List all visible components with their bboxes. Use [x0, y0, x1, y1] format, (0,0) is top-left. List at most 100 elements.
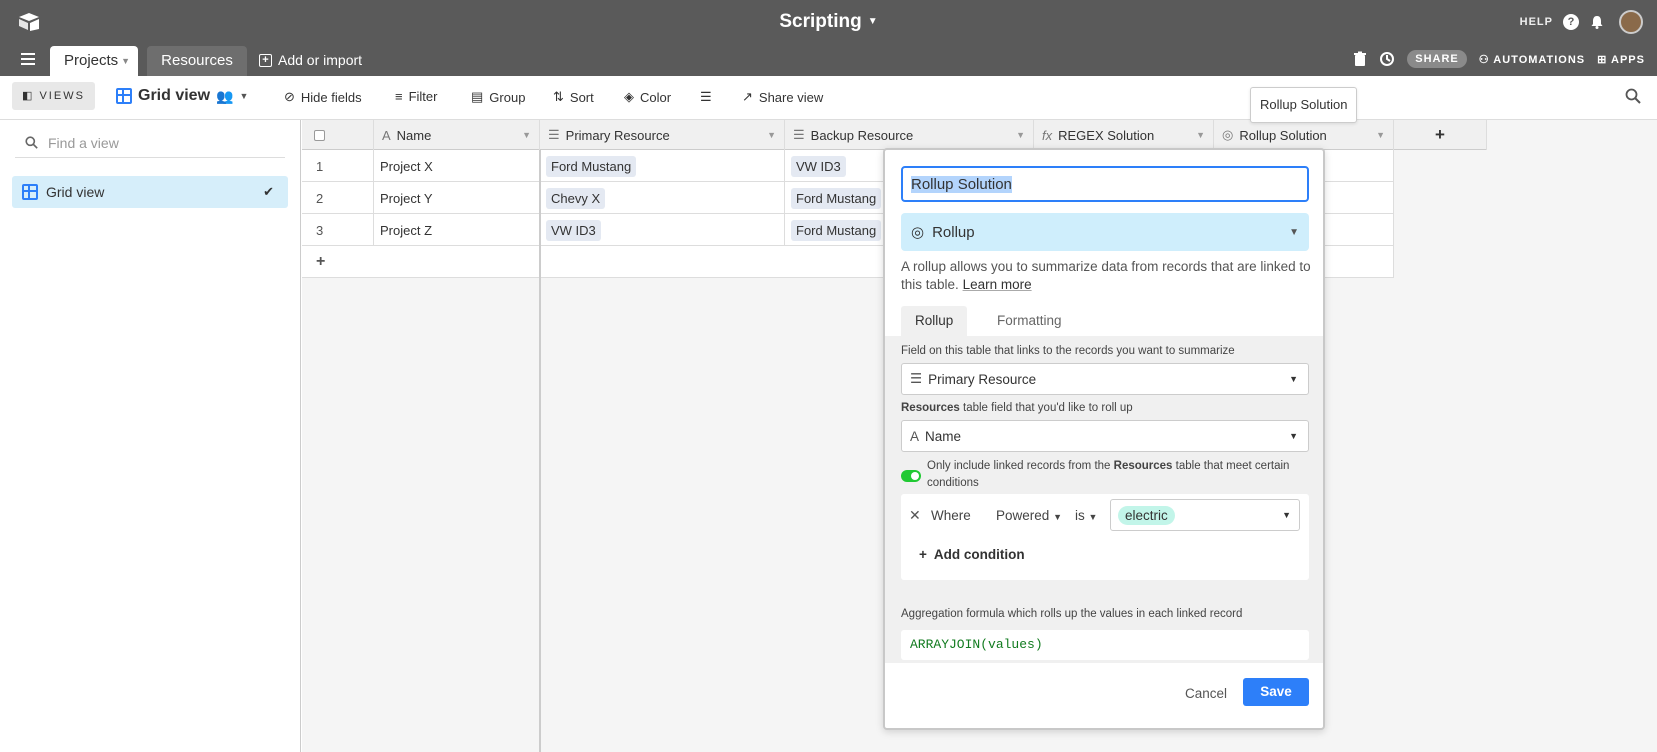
- paint-bucket-icon: ◈: [624, 89, 634, 104]
- view-switcher[interactable]: Grid view 👥 ▼: [116, 87, 248, 105]
- row-height-button[interactable]: ☰: [700, 89, 712, 105]
- field-type-select[interactable]: ◎ Rollup ▼: [901, 213, 1309, 251]
- row-height-icon: ☰: [700, 89, 712, 104]
- cell-primary-resource[interactable]: Chevy X: [540, 182, 785, 214]
- chevron-down-icon[interactable]: ▼: [1196, 130, 1205, 140]
- top-bar: Scripting ▼ HELP ?: [0, 0, 1657, 44]
- chevron-down-icon[interactable]: ▼: [522, 130, 531, 140]
- sort-label: Sort: [569, 89, 594, 105]
- linked-record-chip[interactable]: Ford Mustang: [546, 155, 637, 177]
- automations-button[interactable]: ⚇ AUTOMATIONS: [1479, 53, 1585, 66]
- conditions-toggle[interactable]: [901, 470, 921, 482]
- cell-name[interactable]: Project X: [374, 150, 540, 182]
- remove-condition-icon[interactable]: ✕: [909, 507, 921, 524]
- chevron-down-icon[interactable]: ▼: [767, 130, 776, 140]
- add-field-button[interactable]: +: [1394, 120, 1487, 150]
- chevron-down-icon[interactable]: ▼: [1016, 130, 1025, 140]
- save-button[interactable]: Save: [1243, 678, 1309, 706]
- bell-icon[interactable]: [1589, 14, 1605, 30]
- add-or-import-button[interactable]: + Add or import: [259, 52, 362, 68]
- share-button[interactable]: SHARE: [1407, 50, 1467, 68]
- menu-icon[interactable]: [21, 53, 35, 67]
- apps-button[interactable]: ⊞ APPS: [1597, 53, 1645, 66]
- cancel-button[interactable]: Cancel: [1185, 686, 1227, 701]
- group-button[interactable]: ▤ Group: [471, 89, 525, 105]
- tab-formatting[interactable]: Formatting: [983, 306, 1076, 336]
- color-button[interactable]: ◈ Color: [624, 89, 671, 105]
- grid-view-icon: [116, 88, 132, 104]
- views-label: VIEWS: [39, 90, 85, 102]
- add-condition-button[interactable]: + Add condition: [919, 547, 1025, 562]
- sort-button[interactable]: ⇅ Sort: [553, 89, 594, 105]
- hide-fields-button[interactable]: ⊘ Hide fields: [284, 89, 362, 105]
- rollup-field-select[interactable]: A Name ▼: [901, 420, 1309, 452]
- condition-value-pill: electric: [1118, 506, 1175, 525]
- trash-icon[interactable]: [1353, 51, 1367, 67]
- cell-text: Project X: [380, 158, 433, 174]
- link-field-value: Primary Resource: [928, 371, 1037, 387]
- aggregation-formula-input[interactable]: ARRAYJOIN(values): [901, 630, 1309, 660]
- condition-value-select[interactable]: electric ▼: [1110, 499, 1300, 531]
- rollup-table-name: Resources: [901, 402, 960, 414]
- toggle-text-pre: Only include linked records from the: [927, 460, 1114, 472]
- sidebar-item-label: Grid view: [46, 184, 105, 200]
- checkbox[interactable]: [314, 129, 325, 141]
- plus-icon: +: [259, 53, 272, 67]
- linked-record-chip[interactable]: Ford Mustang: [791, 219, 882, 241]
- help-link[interactable]: HELP: [1520, 16, 1553, 28]
- chevron-down-icon[interactable]: ▼: [121, 46, 130, 76]
- column-header-name[interactable]: A Name ▼: [374, 120, 540, 150]
- field-name-input[interactable]: Rollup Solution: [901, 166, 1309, 202]
- condition-field-select[interactable]: Powered ▼: [996, 508, 1062, 523]
- cell-primary-resource[interactable]: Ford Mustang: [540, 150, 785, 182]
- base-title-text: Scripting: [779, 11, 862, 32]
- column-header-backup-resource[interactable]: ☰ Backup Resource ▼: [785, 120, 1034, 150]
- history-icon[interactable]: [1379, 51, 1395, 67]
- question-icon[interactable]: ?: [1563, 14, 1579, 30]
- filter-button[interactable]: ≡ Filter: [395, 89, 437, 104]
- row-number: 1: [302, 150, 374, 182]
- column-header-primary-resource[interactable]: ☰ Primary Resource ▼: [540, 120, 785, 150]
- user-avatar[interactable]: [1619, 10, 1643, 34]
- field-type-description: A rollup allows you to summarize data fr…: [901, 258, 1311, 294]
- apps-icon: ⊞: [1597, 53, 1608, 66]
- frozen-column-divider[interactable]: [539, 150, 541, 752]
- add-or-import-label: Add or import: [278, 52, 363, 68]
- linked-record-chip[interactable]: Ford Mustang: [791, 187, 882, 209]
- apps-label: APPS: [1611, 53, 1645, 66]
- rollup-field-label: Resources table field that you'd like to…: [901, 402, 1133, 414]
- linked-record-chip[interactable]: Chevy X: [546, 187, 606, 209]
- cell-name[interactable]: Project Y: [374, 182, 540, 214]
- chevron-down-icon[interactable]: ▼: [1376, 130, 1385, 140]
- share-view-button[interactable]: ↗ Share view: [742, 89, 823, 105]
- column-header-rollup-solution[interactable]: ◎ Rollup Solution ▼: [1214, 120, 1394, 150]
- find-view-input[interactable]: Find a view: [15, 128, 285, 158]
- rollup-icon: ◎: [1222, 127, 1234, 142]
- sidebar-item-grid-view[interactable]: Grid view ✔: [12, 176, 288, 208]
- base-title[interactable]: Scripting ▼: [0, 11, 1657, 33]
- chevron-down-icon: ▼: [867, 16, 878, 28]
- cell-name[interactable]: Project Z: [374, 214, 540, 246]
- link-field-select[interactable]: ☰ Primary Resource ▼: [901, 363, 1309, 395]
- search-icon[interactable]: [1625, 88, 1641, 104]
- cell-primary-resource[interactable]: VW ID3: [540, 214, 785, 246]
- tab-projects[interactable]: Projects ▼: [50, 46, 138, 76]
- collaborative-people-icon: 👥: [216, 87, 234, 104]
- linked-record-chip[interactable]: VW ID3: [791, 155, 846, 177]
- learn-more-link[interactable]: Learn more: [963, 277, 1032, 292]
- add-record-button[interactable]: +: [302, 246, 540, 278]
- plus-icon: +: [919, 547, 927, 562]
- automations-icon: ⚇: [1478, 53, 1490, 66]
- cell-text: Project Y: [380, 190, 433, 206]
- text-field-icon: A: [382, 127, 391, 143]
- views-toggle-button[interactable]: ◧ VIEWS: [12, 82, 95, 110]
- tab-resources[interactable]: Resources: [147, 46, 247, 76]
- condition-operator-value: is: [1075, 508, 1085, 523]
- tab-rollup[interactable]: Rollup: [901, 306, 968, 336]
- column-header-label: REGEX Solution: [1058, 127, 1155, 143]
- chevron-down-icon: ▼: [1289, 431, 1298, 441]
- column-header-regex-solution[interactable]: fx REGEX Solution ▼: [1034, 120, 1214, 150]
- linked-record-chip[interactable]: VW ID3: [546, 219, 601, 241]
- select-all-checkbox-cell[interactable]: [302, 120, 374, 150]
- condition-operator-select[interactable]: is ▼: [1075, 508, 1097, 523]
